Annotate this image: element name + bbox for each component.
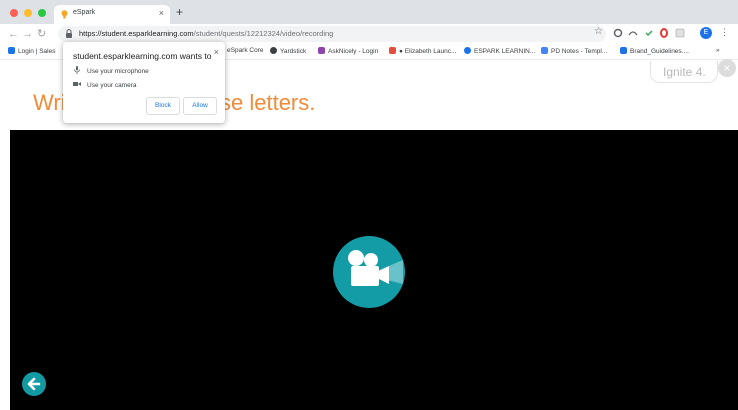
bookmarks-overflow[interactable]: » (716, 47, 720, 54)
permission-camera: Use your camera (73, 80, 137, 89)
profile-avatar[interactable]: E (700, 27, 712, 39)
arrow-left-icon (27, 377, 41, 391)
lightbulb-icon (61, 10, 68, 19)
elizabeth-icon (389, 47, 396, 54)
url-domain: https://student.esparklearning.com (79, 29, 194, 38)
asknicely-icon (318, 47, 325, 54)
extension-circle-icon[interactable] (613, 28, 623, 38)
maximize-window-button[interactable] (38, 9, 46, 17)
allow-button[interactable]: Allow (183, 97, 217, 115)
browser-window: eSpark × + ← → ↻ https://student.esparkl… (0, 0, 738, 410)
extension-check-icon[interactable] (644, 28, 654, 38)
close-window-button[interactable] (10, 9, 18, 17)
url-path: /student/quests/12212324/video/recording (193, 29, 334, 38)
back-arrow-icon[interactable]: ← (8, 27, 19, 41)
bookmark-asknicely[interactable]: AskNicely - Login (318, 47, 378, 55)
extension-box-icon[interactable] (675, 28, 685, 38)
minimize-window-button[interactable] (24, 9, 32, 17)
dropbox-icon (620, 47, 627, 54)
docs-icon (541, 47, 548, 54)
camera-icon (73, 82, 81, 86)
new-tab-button[interactable]: + (176, 6, 183, 18)
extension-opera-icon[interactable] (659, 28, 669, 38)
bookmark-espark-learning[interactable]: ESPARK LEARNIN... (464, 47, 535, 55)
bookmark-pd-notes[interactable]: PD Notes - Templ... (541, 47, 607, 55)
microphone-icon (74, 66, 80, 74)
back-button[interactable] (22, 372, 46, 396)
bookmark-elizabeth[interactable]: ● Elizabeth Launc... (389, 47, 456, 55)
page-heading-start: Wri (33, 90, 66, 115)
popup-title: student.esparklearning.com wants to (73, 51, 212, 61)
tab-strip: eSpark × + (0, 0, 738, 24)
yardstick-icon (270, 47, 277, 54)
page-heading-end: se letters. (220, 90, 316, 115)
bookmark-brand-guidelines[interactable]: Brand_Guidelines.... (620, 47, 689, 55)
bookmark-star-icon[interactable]: ☆ (594, 26, 603, 37)
menu-icon[interactable]: ⋮ (720, 27, 729, 38)
tab-title: eSpark (73, 9, 96, 16)
bookmark-icon (8, 47, 15, 54)
address-bar[interactable]: https://student.esparklearning.com/stude… (58, 26, 606, 42)
record-video-button[interactable] (333, 236, 405, 308)
extension-wave-icon[interactable] (628, 28, 638, 38)
reload-icon[interactable]: ↻ (37, 27, 46, 41)
lock-icon (66, 29, 72, 38)
tab-close-icon[interactable]: × (159, 8, 164, 18)
url-text: https://student.esparklearning.com/stude… (79, 29, 333, 38)
bookmark-login-sales[interactable]: Login | Sales (8, 47, 55, 55)
ignite-badge: Ignite 4. (650, 61, 718, 83)
ignite-label: Ignite 4. (663, 65, 706, 79)
close-icon[interactable]: × (718, 59, 736, 77)
forward-arrow-icon[interactable]: → (22, 27, 33, 41)
bookmark-espark-core[interactable]: eSpark Core (227, 47, 264, 54)
popup-close-icon[interactable]: × (214, 47, 219, 57)
permission-popup: student.esparklearning.com wants to × Us… (63, 42, 225, 123)
permission-microphone: Use your microphone (73, 66, 149, 75)
bookmark-yardstick[interactable]: Yardstick (270, 47, 306, 55)
tab-espark[interactable]: eSpark × (54, 5, 170, 24)
block-button[interactable]: Block (146, 97, 180, 115)
video-camera-icon (348, 250, 403, 286)
espark-learning-icon (464, 47, 471, 54)
